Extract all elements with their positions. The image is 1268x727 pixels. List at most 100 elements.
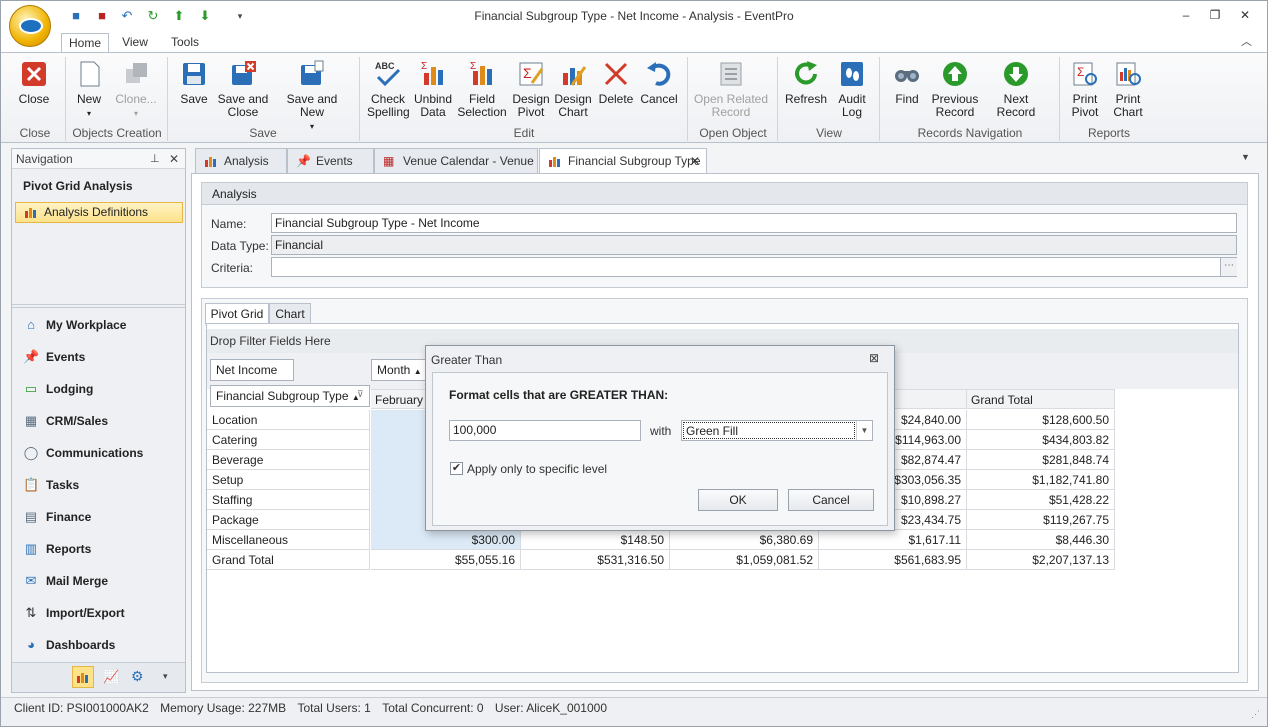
design-chart-button[interactable]: Design Chart xyxy=(553,57,593,125)
tab-tools[interactable]: Tools xyxy=(165,33,205,53)
grand-total-cell[interactable]: $1,182,741.80 xyxy=(967,470,1115,490)
pivot-cell[interactable]: $55,055.16 xyxy=(371,550,521,570)
grand-total-cell[interactable]: $128,600.50 xyxy=(967,410,1115,430)
row-header-miscellaneous[interactable]: Miscellaneous xyxy=(207,530,370,550)
status-bar: Client ID: PSI001000AK2 Memory Usage: 22… xyxy=(1,697,1267,726)
apply-level-checkbox[interactable]: ✔ xyxy=(450,462,463,475)
chart-shortcut-icon[interactable]: 📈 xyxy=(103,669,119,685)
save-and-new-button[interactable]: Save and New ▾ xyxy=(275,57,349,131)
nav-item-events[interactable]: 📌 Events xyxy=(23,348,85,366)
nav-item-dashboards[interactable]: ◕ Dashboards xyxy=(23,636,115,654)
grand-total-cell[interactable]: $51,428.22 xyxy=(967,490,1115,510)
restore-icon[interactable]: ❐ xyxy=(1204,6,1226,24)
nav-item-mail-merge[interactable]: ✉ Mail Merge xyxy=(23,572,108,590)
sort-ascending-icon: ▲ xyxy=(413,367,422,376)
nav-item-lodging[interactable]: ▭ Lodging xyxy=(23,380,93,398)
row-header-catering[interactable]: Catering xyxy=(207,430,370,450)
field-selection-button[interactable]: Σ Field Selection xyxy=(457,57,507,125)
tab-pivot-grid[interactable]: Pivot Grid xyxy=(205,303,269,325)
filter-icon[interactable]: ⊽ xyxy=(357,384,364,404)
pivot-cell[interactable]: $1,059,081.52 xyxy=(670,550,819,570)
grand-total-cell[interactable]: $434,803.82 xyxy=(967,430,1115,450)
delete-button[interactable]: Delete xyxy=(597,57,635,125)
minimize-icon[interactable]: – xyxy=(1175,6,1197,24)
save-and-close-button[interactable]: Save and Close xyxy=(217,57,269,125)
doc-tab-analysis[interactable]: Analysis xyxy=(195,148,287,174)
doc-tab-venue-calendar[interactable]: ▦ Venue Calendar - Venue xyxy=(374,148,538,174)
settings-gear-icon[interactable]: ⚙ xyxy=(131,668,144,685)
pivot-cell[interactable]: $300.00 xyxy=(371,530,521,550)
tab-list-dropdown-icon[interactable]: ▼ xyxy=(1241,152,1250,162)
format-dropdown[interactable]: Green Fill ▼ xyxy=(681,420,873,441)
column-header-grand-total[interactable]: Grand Total xyxy=(967,389,1115,409)
row-header-package[interactable]: Package xyxy=(207,510,370,530)
unbind-data-button[interactable]: Σ Unbind Data xyxy=(413,57,453,125)
tab-chart[interactable]: Chart xyxy=(269,303,311,325)
print-chart-button[interactable]: Print Chart xyxy=(1107,57,1149,125)
collapse-ribbon-icon[interactable]: ︿ xyxy=(1241,33,1252,49)
grand-total-cell[interactable]: $119,267.75 xyxy=(967,510,1115,530)
design-pivot-button[interactable]: Σ Design Pivot xyxy=(511,57,551,125)
column-field-month[interactable]: Month ▲ xyxy=(371,359,427,381)
criteria-field[interactable] xyxy=(271,257,1237,277)
find-button[interactable]: Find xyxy=(887,57,927,125)
tab-home[interactable]: Home xyxy=(61,33,109,53)
doc-tab-financial-subgroup-type[interactable]: Financial Subgroup Type ✕ xyxy=(539,148,707,174)
pivot-cell[interactable]: $6,380.69 xyxy=(670,530,819,550)
nav-item-analysis-definitions[interactable]: Analysis Definitions xyxy=(15,202,183,223)
pivot-cell[interactable]: $1,617.11 xyxy=(819,530,967,550)
name-field[interactable]: Financial Subgroup Type - Net Income xyxy=(271,213,1237,233)
nav-item-import-export[interactable]: ⇅ Import/Export xyxy=(23,604,125,622)
doc-tab-events[interactable]: 📌 Events xyxy=(287,148,374,174)
close-icon[interactable]: ✕ xyxy=(1234,6,1256,24)
dialog-close-icon[interactable]: ⊠ xyxy=(866,351,882,365)
nav-item-crm-sales[interactable]: ▦ CRM/Sales xyxy=(23,412,108,430)
chevron-down-icon[interactable]: ▼ xyxy=(856,421,872,440)
pivot-analysis-shortcut-icon[interactable] xyxy=(72,666,94,688)
close-button[interactable]: Close xyxy=(13,57,55,125)
check-spelling-button[interactable]: ABC Check Spelling xyxy=(367,57,410,125)
pivot-cell[interactable]: $561,683.95 xyxy=(819,550,967,570)
save-button[interactable]: Save xyxy=(177,57,211,125)
more-options-icon[interactable]: ▾ xyxy=(163,671,168,682)
save-new-icon xyxy=(301,60,324,85)
grand-total-cell[interactable]: $2,207,137.13 xyxy=(967,550,1115,570)
nav-item-tasks[interactable]: 📋 Tasks xyxy=(23,476,79,494)
nav-item-reports[interactable]: ▥ Reports xyxy=(23,540,92,558)
close-panel-icon[interactable]: ✕ xyxy=(169,149,179,169)
data-field-net-income[interactable]: Net Income xyxy=(210,359,294,381)
row-header-setup[interactable]: Setup xyxy=(207,470,370,490)
criteria-ellipsis-button[interactable]: ⋯ xyxy=(1220,258,1237,276)
row-header-beverage[interactable]: Beverage xyxy=(207,450,370,470)
tab-view[interactable]: View xyxy=(115,33,155,53)
speech-bubble-icon: ◯ xyxy=(23,445,39,460)
cancel-button[interactable]: Cancel xyxy=(788,489,874,511)
panel-splitter[interactable] xyxy=(12,304,185,308)
app-logo[interactable] xyxy=(9,5,51,47)
close-tab-icon[interactable]: ✕ xyxy=(690,149,700,173)
audit-log-button[interactable]: Audit Log xyxy=(833,57,871,125)
new-button[interactable]: New ▾ xyxy=(71,57,107,125)
row-field-financial-subgroup-type[interactable]: Financial Subgroup Type ▲ ⊽ xyxy=(210,385,370,407)
grand-total-cell[interactable]: $8,446.30 xyxy=(967,530,1115,550)
row-header-grand-total[interactable]: Grand Total xyxy=(207,550,370,570)
cancel-button[interactable]: Cancel xyxy=(639,57,679,125)
pivot-cell[interactable]: $531,316.50 xyxy=(521,550,670,570)
nav-item-finance[interactable]: ▤ Finance xyxy=(23,508,92,526)
pin-icon[interactable]: ⊥ xyxy=(150,149,160,169)
previous-record-button[interactable]: Previous Record xyxy=(929,57,981,125)
refresh-button[interactable]: Refresh xyxy=(783,57,829,125)
pivot-cell[interactable]: $148.50 xyxy=(521,530,670,550)
resize-grip-icon[interactable]: ⋰ xyxy=(1251,704,1260,724)
nav-item-my-workplace[interactable]: ⌂ My Workplace xyxy=(23,316,126,334)
row-header-location[interactable]: Location xyxy=(207,410,370,430)
print-pivot-button[interactable]: Σ Print Pivot xyxy=(1065,57,1105,125)
ok-button[interactable]: OK xyxy=(698,489,778,511)
new-document-icon xyxy=(80,61,100,87)
grand-total-cell[interactable]: $281,848.74 xyxy=(967,450,1115,470)
row-header-staffing[interactable]: Staffing xyxy=(207,490,370,510)
threshold-input[interactable]: 100,000 xyxy=(449,420,641,441)
next-record-button[interactable]: Next Record xyxy=(983,57,1049,125)
svg-text:Σ: Σ xyxy=(1077,65,1084,79)
nav-item-communications[interactable]: ◯ Communications xyxy=(23,444,144,462)
